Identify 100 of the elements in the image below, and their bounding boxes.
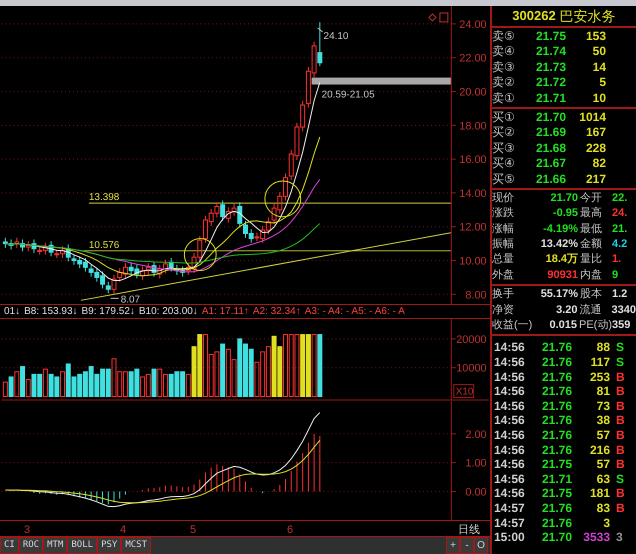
stat-label: 量比 — [580, 252, 603, 268]
date-label: 3 — [24, 523, 30, 538]
period-label: 日线 — [458, 523, 480, 538]
trade-volume: 38 — [596, 413, 610, 428]
axis-label: 20.00 — [459, 86, 487, 98]
trade-time: 14:56 — [493, 370, 526, 384]
stat-label: 涨幅 — [492, 222, 515, 237]
stock-name: 巴安水务 — [560, 6, 616, 26]
stock-code: 300262 — [512, 7, 556, 26]
order-label: 卖③ — [492, 60, 516, 76]
leader-line — [110, 298, 120, 299]
axis-label: 18.00 — [459, 120, 487, 132]
stat-value: 1. — [612, 252, 622, 268]
trade-price: 21.76 — [540, 370, 572, 384]
indicator-tab[interactable]: BOLL — [67, 537, 98, 554]
price-annotation: 20.59-21.05 — [322, 89, 375, 100]
stat-label: 收益(一) — [492, 318, 532, 334]
stat-label: 内盘 — [580, 268, 603, 283]
stat-label: 净资 — [492, 302, 515, 318]
trade-time: 14:56 — [493, 355, 526, 370]
trade-volume: 63 — [596, 472, 610, 486]
stat-label: 振幅 — [492, 237, 515, 252]
order-label: 卖④ — [492, 44, 516, 60]
order-price: 21.66 — [534, 172, 566, 187]
order-label: 买① — [492, 110, 516, 126]
indicator-tab[interactable]: CI — [0, 537, 19, 554]
stat-value: 0.015 — [548, 318, 577, 334]
stat-label: 最低 — [580, 222, 603, 237]
order-price: 21.75 — [534, 29, 566, 44]
trade-time: 14:56 — [493, 413, 526, 428]
indicator-tab[interactable]: PSY — [97, 537, 122, 554]
order-price: 21.71 — [534, 90, 566, 106]
trade-time: 14:57 — [493, 516, 526, 530]
stat-value: 22. — [612, 190, 628, 206]
trade-side: B — [616, 384, 625, 399]
highlight-circle — [264, 180, 302, 218]
stat-value: 21.70 — [549, 190, 578, 206]
order-volume: 14 — [592, 60, 606, 76]
trade-volume: 3533 — [582, 530, 610, 545]
axis-label: 16.00 — [459, 154, 487, 166]
trade-volume: 81 — [596, 384, 610, 399]
trade-time: 14:56 — [493, 457, 526, 472]
trade-time: 14:56 — [493, 428, 526, 443]
trade-price: 21.76 — [540, 500, 572, 516]
stat-label: 涨跌 — [492, 206, 515, 222]
stat-value: 55.17% — [540, 287, 578, 302]
trade-time: 14:56 — [493, 486, 526, 501]
indicator-value: 01↓ — [4, 305, 20, 318]
stat-value: 359 — [612, 318, 632, 334]
stat-label: 股本 — [580, 287, 603, 302]
stat-value: 1.2 — [612, 287, 628, 302]
trade-side: B — [616, 428, 625, 443]
trade-time: 14:56 — [493, 472, 526, 486]
trade-side: B — [616, 370, 625, 384]
order-price: 21.69 — [534, 125, 566, 141]
stat-label: 金额 — [580, 237, 603, 252]
trade-price: 21.76 — [540, 384, 572, 399]
axis-label: 2.00 — [465, 428, 487, 441]
order-price: 21.68 — [534, 140, 566, 156]
trade-price: 21.71 — [540, 472, 572, 486]
stat-value: 90931 — [546, 268, 578, 283]
price-annotation: 8.07 — [120, 294, 140, 304]
axis-label: 8.00 — [465, 289, 487, 302]
indicator-tab[interactable]: MTM — [43, 537, 68, 554]
zoom-button[interactable]: O — [474, 537, 488, 554]
trade-side: S — [616, 355, 624, 370]
order-label: 卖① — [492, 90, 516, 106]
axis-label: 24.00 — [459, 18, 487, 31]
stat-value: 18.4万 — [544, 252, 578, 268]
order-label: 卖⑤ — [492, 29, 516, 44]
diamond-icon — [428, 13, 437, 22]
zoom-button[interactable]: + — [446, 537, 460, 554]
date-label: 6 — [287, 523, 294, 538]
indicator-tab[interactable]: MCST — [121, 537, 152, 554]
trade-time: 14:56 — [493, 384, 526, 399]
date-label: 5 — [190, 523, 196, 538]
indicator-value: B10: 203.00↓ — [138, 305, 198, 318]
trade-price: 21.75 — [540, 457, 572, 472]
trade-price: 21.70 — [540, 530, 572, 545]
stat-label: 流通 — [580, 302, 603, 318]
stat-label: 今开 — [580, 190, 603, 206]
indicator-value: A1: 17.11↑ — [202, 305, 249, 318]
order-volume: 228 — [584, 140, 606, 156]
stat-label: 最高 — [580, 206, 603, 222]
order-volume: 217 — [584, 172, 606, 187]
order-label: 买⑤ — [492, 172, 516, 187]
stat-value: 3340 — [612, 302, 636, 318]
zoom-button[interactable]: - — [460, 537, 474, 554]
trade-time: 14:57 — [493, 500, 526, 516]
axis-label: 0.00 — [465, 486, 487, 498]
order-price: 21.74 — [534, 44, 566, 60]
trade-volume: 3 — [602, 516, 610, 530]
trade-volume: 57 — [596, 428, 610, 443]
order-volume: 5 — [598, 75, 606, 91]
indicator-tab[interactable]: ROC — [18, 537, 44, 554]
order-label: 买③ — [492, 140, 516, 156]
date-label: 4 — [120, 523, 126, 538]
trade-side: 3 — [616, 530, 623, 545]
order-price: 21.72 — [534, 75, 566, 91]
order-volume: 82 — [592, 156, 606, 172]
